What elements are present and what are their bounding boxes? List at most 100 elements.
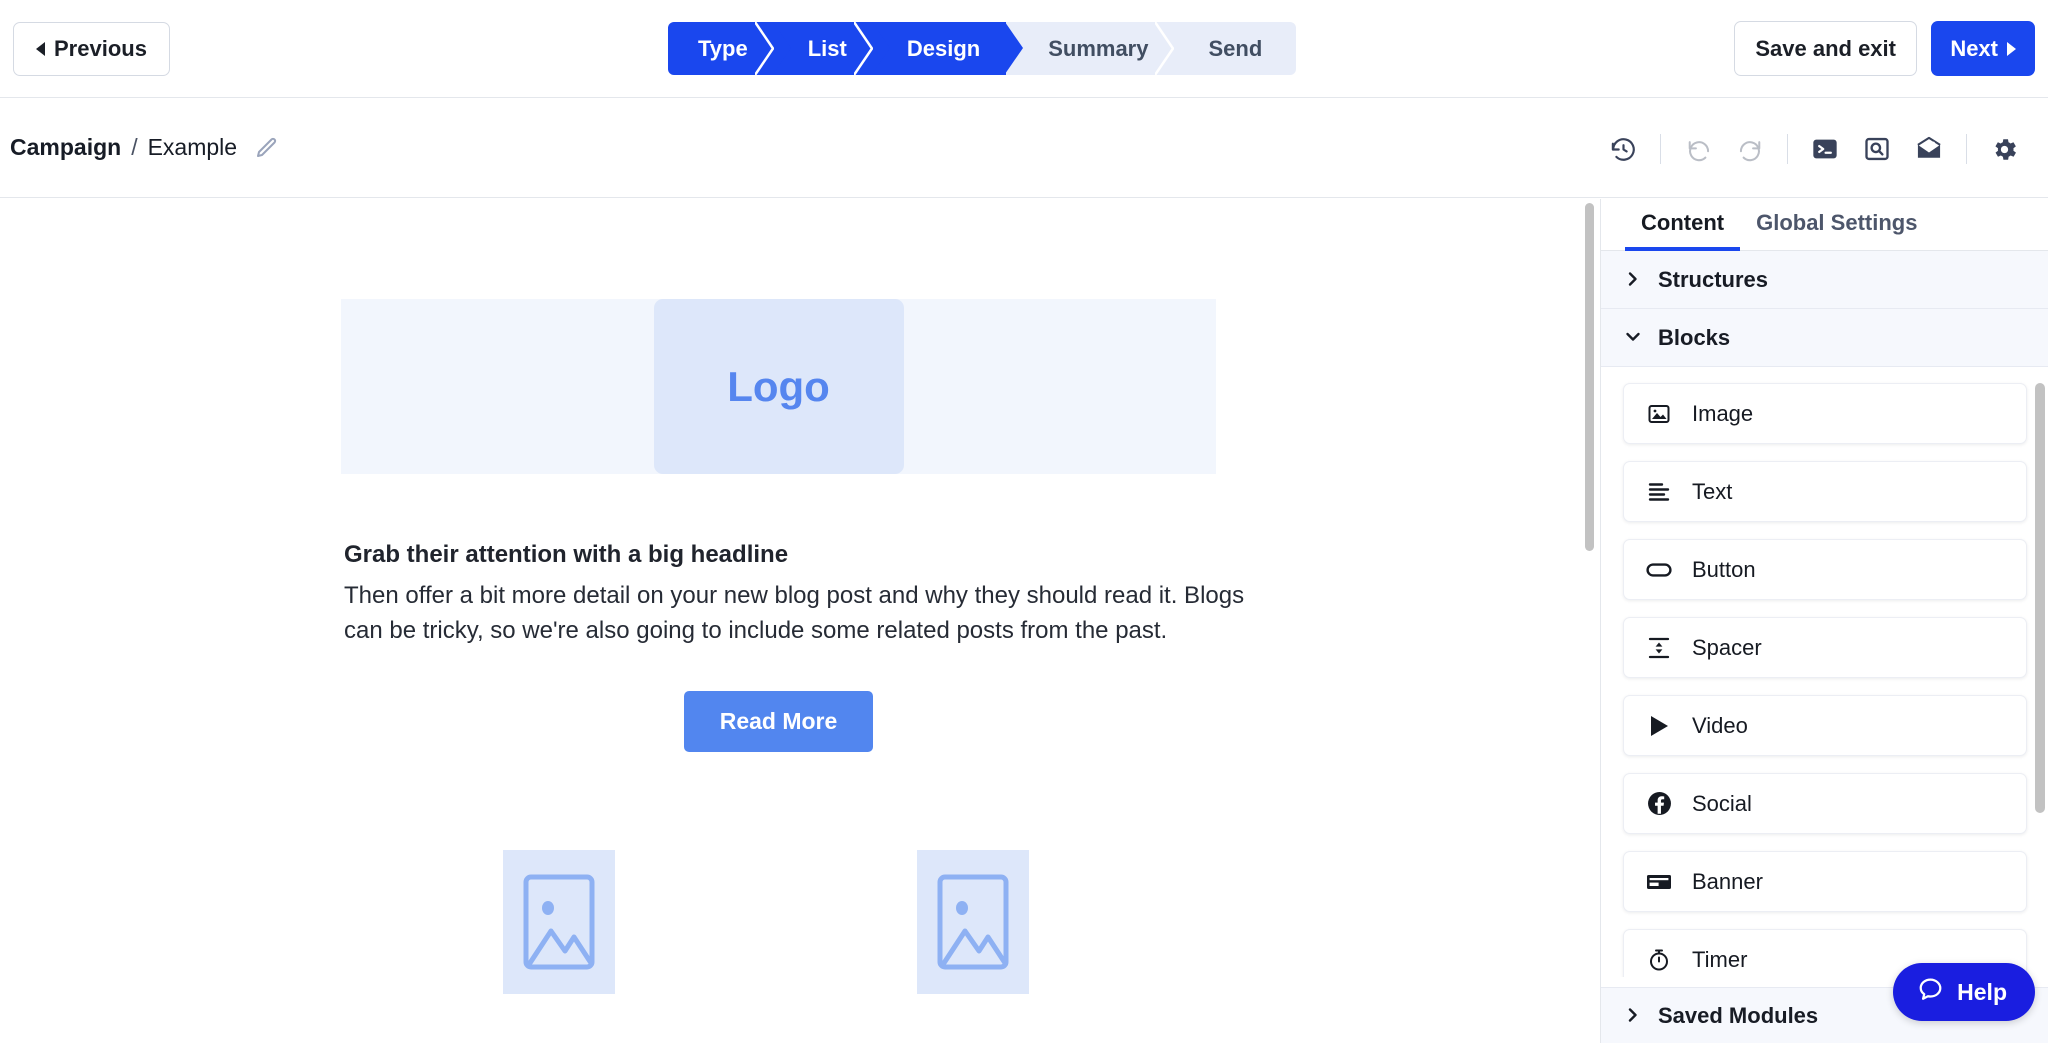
save-and-exit-button[interactable]: Save and exit (1734, 21, 1917, 76)
tab-content-label: Content (1641, 210, 1725, 235)
tab-content[interactable]: Content (1625, 199, 1741, 251)
canvas-scrollbar-thumb[interactable] (1585, 203, 1594, 551)
block-item-social[interactable]: Social (1623, 773, 2027, 834)
chevron-down-icon (1625, 325, 1641, 351)
step-type-label: Type (698, 35, 748, 61)
button-icon (1646, 562, 1672, 578)
gear-icon[interactable] (1978, 126, 2030, 172)
accordion-blocks-label: Blocks (1658, 324, 1731, 350)
image-placeholder-icon[interactable] (503, 850, 615, 994)
banner-icon (1646, 873, 1672, 891)
help-button[interactable]: Help (1893, 963, 2035, 1021)
step-summary[interactable]: Summary (1006, 22, 1175, 75)
sidebar-tabs: Content Global Settings (1601, 199, 2048, 251)
logo-placeholder-text: Logo (727, 362, 830, 410)
blocks-list-scroll-area[interactable]: Image Text Button Spacer Video Social Ba… (1601, 367, 2048, 977)
previous-button[interactable]: Previous (13, 22, 170, 76)
block-item-spacer-label: Spacer (1692, 634, 1762, 660)
chevron-left-icon (36, 42, 45, 56)
step-send[interactable]: Send (1174, 22, 1296, 75)
toolbar-divider (1966, 134, 1967, 164)
block-item-image-label: Image (1692, 400, 1754, 426)
image-icon (1646, 402, 1672, 426)
next-button-label: Next (1950, 35, 1998, 61)
block-item-button[interactable]: Button (1623, 539, 2027, 600)
step-divider-icon (853, 22, 873, 75)
blocks-list: Image Text Button Spacer Video Social Ba… (1601, 367, 2048, 977)
version-history-icon[interactable] (1597, 126, 1649, 172)
block-item-image[interactable]: Image (1623, 383, 2027, 444)
accordion-blocks[interactable]: Blocks (1601, 309, 2048, 367)
accordion-saved-modules-label: Saved Modules (1658, 1002, 1819, 1028)
editor-tools (1597, 126, 2030, 172)
campaign-step-indicator: Type List Design Summary Send (668, 22, 1297, 75)
chevron-right-icon (1625, 1003, 1641, 1029)
block-item-banner[interactable]: Banner (1623, 851, 2027, 912)
breadcrumb-separator: / (131, 134, 138, 160)
chat-bubble-icon (1917, 976, 1944, 1009)
step-send-label: Send (1208, 35, 1263, 61)
block-item-text-label: Text (1692, 478, 1733, 504)
email-headline[interactable]: Grab their attention with a big headline (341, 541, 1216, 569)
step-list-label: List (807, 35, 847, 61)
redo-icon[interactable] (1724, 126, 1776, 172)
accordion-structures-label: Structures (1658, 266, 1769, 292)
email-paragraph[interactable]: Then offer a bit more detail on your new… (341, 578, 1251, 648)
next-button[interactable]: Next (1931, 21, 2035, 76)
block-item-banner-label: Banner (1692, 868, 1763, 894)
top-navigation-bar: Previous Type List Design Summary Send S… (0, 0, 2048, 98)
block-item-button-label: Button (1692, 556, 1756, 582)
breadcrumb-campaign-name: Example (147, 134, 238, 160)
image-placeholder-icon[interactable] (917, 850, 1029, 994)
step-divider-icon (1155, 22, 1175, 75)
block-item-spacer[interactable]: Spacer (1623, 617, 2027, 678)
help-button-label: Help (1957, 978, 2007, 1005)
step-design[interactable]: Design (872, 22, 1024, 75)
step-divider-icon (754, 22, 774, 75)
step-design-label: Design (906, 35, 981, 61)
email-design-canvas[interactable]: Logo Grab their attention with a big hea… (0, 199, 1596, 1043)
logo-block[interactable]: Logo (341, 299, 1216, 474)
email-template: Logo Grab their attention with a big hea… (341, 199, 1244, 1043)
chevron-right-icon (2007, 41, 2016, 56)
spacer-icon (1646, 636, 1672, 660)
video-play-icon (1646, 714, 1672, 738)
breadcrumb-root[interactable]: Campaign (10, 134, 121, 161)
undo-icon[interactable] (1672, 126, 1724, 172)
previous-button-label: Previous (54, 36, 147, 61)
toolbar-divider (1787, 134, 1788, 164)
logo-placeholder[interactable]: Logo (653, 299, 904, 474)
test-email-icon[interactable] (1903, 126, 1955, 172)
pencil-icon[interactable] (255, 136, 279, 160)
related-post-column: Include a related blog post (858, 850, 1088, 1043)
step-type[interactable]: Type (668, 22, 791, 75)
save-and-exit-label: Save and exit (1755, 35, 1896, 61)
related-posts-row: Include a related blog post Include a re… (341, 850, 1216, 1043)
cta-block: Read More (341, 691, 1216, 752)
facebook-icon (1646, 791, 1672, 816)
timer-icon (1646, 948, 1672, 972)
block-item-timer-label: Timer (1692, 946, 1748, 972)
breadcrumb: Campaign / Example (10, 134, 279, 161)
block-item-text[interactable]: Text (1623, 461, 2027, 522)
tab-global-settings-label: Global Settings (1756, 210, 1918, 235)
content-sidebar: Content Global Settings Structures Block… (1600, 199, 2048, 1043)
block-item-video[interactable]: Video (1623, 695, 2027, 756)
block-item-social-label: Social (1692, 790, 1752, 816)
chevron-right-icon (1625, 267, 1641, 293)
email-body: Grab their attention with a big headline… (341, 541, 1244, 1043)
sidebar-scrollbar-thumb[interactable] (2035, 383, 2045, 813)
sidebar-scrollbar[interactable] (2035, 371, 2045, 971)
read-more-button[interactable]: Read More (683, 691, 874, 752)
campaign-toolbar: Campaign / Example (0, 98, 2048, 198)
step-summary-label: Summary (1048, 35, 1149, 61)
preview-icon[interactable] (1851, 126, 1903, 172)
text-icon (1646, 481, 1672, 503)
related-post-column: Include a related blog post (444, 850, 674, 1043)
accordion-structures[interactable]: Structures (1601, 251, 2048, 309)
tab-global-settings[interactable]: Global Settings (1740, 199, 1933, 251)
toolbar-divider (1660, 134, 1661, 164)
canvas-scrollbar[interactable] (1583, 199, 1596, 1043)
code-view-icon[interactable] (1799, 126, 1851, 172)
block-item-video-label: Video (1692, 712, 1748, 738)
